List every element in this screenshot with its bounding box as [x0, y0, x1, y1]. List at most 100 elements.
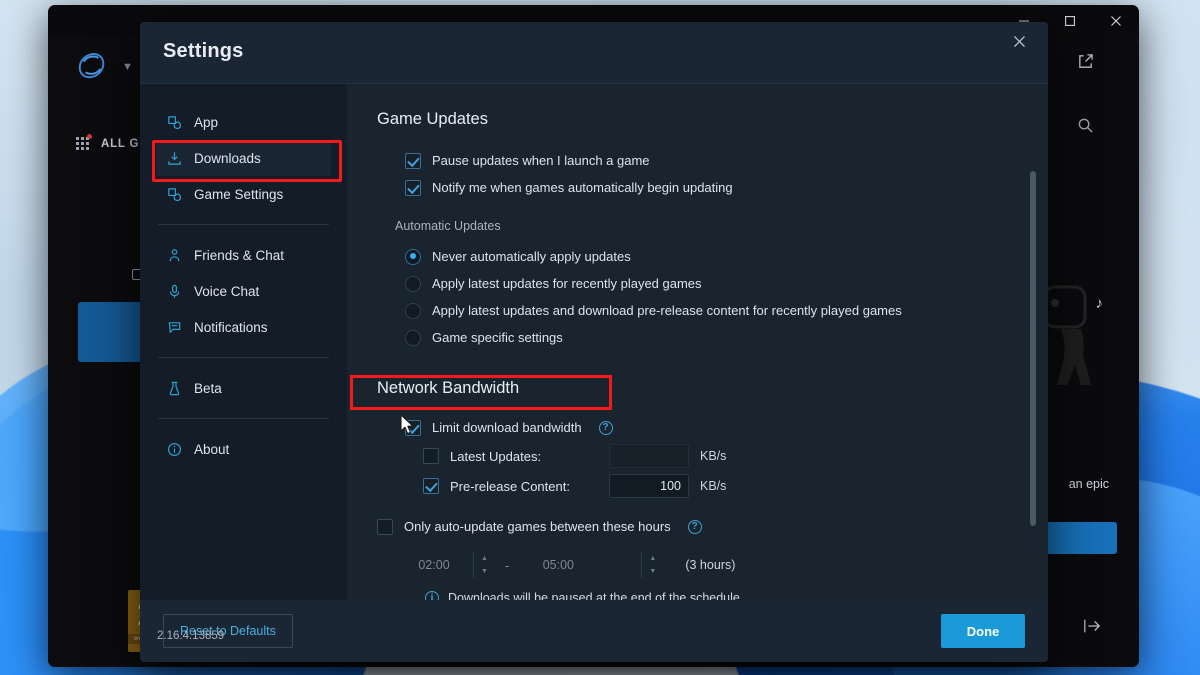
beta-flask-icon — [166, 380, 182, 396]
sidebar-item-label: App — [194, 114, 219, 130]
all-games-nav-item[interactable]: ALL G — [76, 134, 140, 150]
game-updates-heading: Game Updates — [377, 110, 488, 128]
schedule-toggle-row[interactable]: Only auto-update games between these hou… — [377, 513, 1018, 540]
schedule-separator: - — [505, 557, 510, 573]
prerelease-content-checkbox[interactable] — [423, 478, 439, 494]
close-icon[interactable] — [1000, 22, 1038, 60]
limit-download-bandwidth-row[interactable]: Limit download bandwidth ? — [405, 414, 1018, 441]
notification-dot — [87, 134, 92, 139]
schedule-end-spinner[interactable]: ▲ ▼ — [641, 552, 663, 578]
settings-body: App Downloads Game Settings Friends & Ch… — [140, 84, 1048, 600]
sidebar-item-label: Game Settings — [194, 186, 284, 202]
sidebar-item-game-settings[interactable]: Game Settings — [156, 176, 331, 212]
settings-footer: Reset to Defaults Done — [140, 600, 1048, 662]
radio-latest-prerelease-label: Apply latest updates and download pre-re… — [432, 303, 902, 318]
app-version-label: 2.16.4.13859 — [157, 630, 225, 642]
chevron-down-icon[interactable]: ▼ — [122, 61, 133, 73]
logout-icon[interactable] — [1083, 618, 1101, 639]
prerelease-content-unit: KB/s — [700, 479, 727, 493]
battlenet-logo[interactable]: ▼ — [70, 45, 133, 89]
latest-updates-input[interactable] — [609, 444, 689, 468]
sidebar-item-label: About — [194, 441, 230, 457]
maximize-icon[interactable] — [1047, 5, 1093, 37]
sidebar-item-label: Voice Chat — [194, 283, 260, 299]
game-settings-icon — [166, 186, 182, 202]
prerelease-content-bandwidth-row[interactable]: Pre-release Content: 100 KB/s — [423, 471, 1018, 501]
sidebar-item-downloads[interactable]: Downloads — [156, 140, 331, 176]
radio-latest-recent-row[interactable]: Apply latest updates for recently played… — [405, 270, 1018, 297]
schedule-duration: (3 hours) — [685, 558, 736, 572]
hero-description: an epic — [1068, 477, 1109, 491]
sidebar-divider — [158, 357, 329, 358]
prerelease-content-label: Pre-release Content: — [450, 478, 570, 494]
grid-icon — [76, 134, 92, 150]
info-icon — [166, 441, 182, 457]
radio-game-specific-label: Game specific settings — [432, 330, 563, 345]
external-link-icon[interactable] — [1077, 53, 1094, 75]
sidebar-item-beta[interactable]: Beta — [156, 370, 331, 406]
settings-dialog: Settings App Downloads Game Settings Fri… — [140, 22, 1048, 662]
sidebar-item-friends-chat[interactable]: Friends & Chat — [156, 237, 331, 273]
search-icon[interactable] — [1077, 117, 1094, 139]
download-icon — [166, 150, 182, 166]
settings-header: Settings — [140, 22, 1048, 84]
latest-updates-unit: KB/s — [700, 449, 727, 463]
sidebar-item-about[interactable]: About — [156, 431, 331, 467]
pause-updates-checkbox[interactable] — [405, 152, 421, 169]
notify-updating-label: Notify me when games automatically begin… — [432, 180, 733, 195]
spinner-down-icon[interactable]: ▼ — [481, 568, 488, 575]
settings-content: Game Updates Pause updates when I launch… — [347, 84, 1048, 600]
latest-updates-checkbox[interactable] — [423, 448, 439, 464]
schedule-pause-note-text: Downloads will be paused at the end of t… — [448, 591, 740, 600]
settings-scrollbar-thumb[interactable] — [1030, 171, 1036, 526]
radio-never-apply[interactable] — [405, 248, 421, 265]
sidebar-item-label: Downloads — [194, 150, 261, 166]
notify-updating-checkbox[interactable] — [405, 179, 421, 196]
schedule-start-spinner[interactable]: ▲ ▼ — [473, 552, 495, 578]
friends-icon — [166, 247, 182, 263]
radio-latest-prerelease[interactable] — [405, 302, 421, 319]
radio-latest-recent[interactable] — [405, 275, 421, 292]
done-button[interactable]: Done — [941, 614, 1025, 648]
sidebar-item-app[interactable]: App — [156, 104, 331, 140]
hero-cta-button[interactable] — [1037, 522, 1117, 554]
radio-never-apply-row[interactable]: Never automatically apply updates — [405, 243, 1018, 270]
spinner-down-icon[interactable]: ▼ — [649, 568, 656, 575]
network-bandwidth-heading: Network Bandwidth — [377, 379, 520, 397]
notification-icon — [166, 319, 182, 335]
schedule-end-time[interactable]: 05:00 — [519, 558, 597, 572]
schedule-time-row: 02:00 ▲ ▼ - 05:00 ▲ ▼ (3 hours) — [395, 548, 1018, 582]
radio-game-specific-row[interactable]: Game specific settings — [405, 324, 1018, 351]
sidebar-item-label: Beta — [194, 380, 222, 396]
radio-latest-prerelease-row[interactable]: Apply latest updates and download pre-re… — [405, 297, 1018, 324]
pause-updates-row[interactable]: Pause updates when I launch a game — [405, 147, 1018, 174]
sidebar-divider — [158, 224, 329, 225]
sidebar-divider — [158, 418, 329, 419]
sidebar-item-notifications[interactable]: Notifications — [156, 309, 331, 345]
settings-scrollbar[interactable] — [1028, 146, 1038, 538]
schedule-start-time[interactable]: 02:00 — [395, 558, 473, 572]
info-icon: i — [425, 591, 439, 600]
close-icon[interactable] — [1093, 5, 1139, 37]
limit-download-bandwidth-checkbox[interactable] — [405, 419, 421, 436]
schedule-pause-note: i Downloads will be paused at the end of… — [425, 591, 1018, 600]
radio-latest-recent-label: Apply latest updates for recently played… — [432, 276, 702, 291]
radio-game-specific[interactable] — [405, 329, 421, 346]
limit-download-bandwidth-label: Limit download bandwidth — [432, 420, 582, 435]
spinner-up-icon[interactable]: ▲ — [649, 555, 656, 562]
latest-updates-bandwidth-row[interactable]: Latest Updates: KB/s — [423, 441, 1018, 471]
microphone-icon — [166, 283, 182, 299]
schedule-label: Only auto-update games between these hou… — [404, 519, 671, 534]
sidebar-item-label: Friends & Chat — [194, 247, 285, 263]
sidebar-item-voice-chat[interactable]: Voice Chat — [156, 273, 331, 309]
radio-never-apply-label: Never automatically apply updates — [432, 249, 631, 264]
help-icon[interactable]: ? — [687, 519, 702, 534]
all-games-label: ALL G — [101, 137, 140, 150]
spinner-up-icon[interactable]: ▲ — [481, 555, 488, 562]
help-icon[interactable]: ? — [598, 420, 613, 435]
prerelease-content-input[interactable]: 100 — [609, 474, 689, 498]
notify-updating-row[interactable]: Notify me when games automatically begin… — [405, 174, 1018, 201]
sidebar-item-label: Notifications — [194, 319, 268, 335]
schedule-checkbox[interactable] — [377, 518, 393, 535]
automatic-updates-label: Automatic Updates — [395, 219, 501, 233]
